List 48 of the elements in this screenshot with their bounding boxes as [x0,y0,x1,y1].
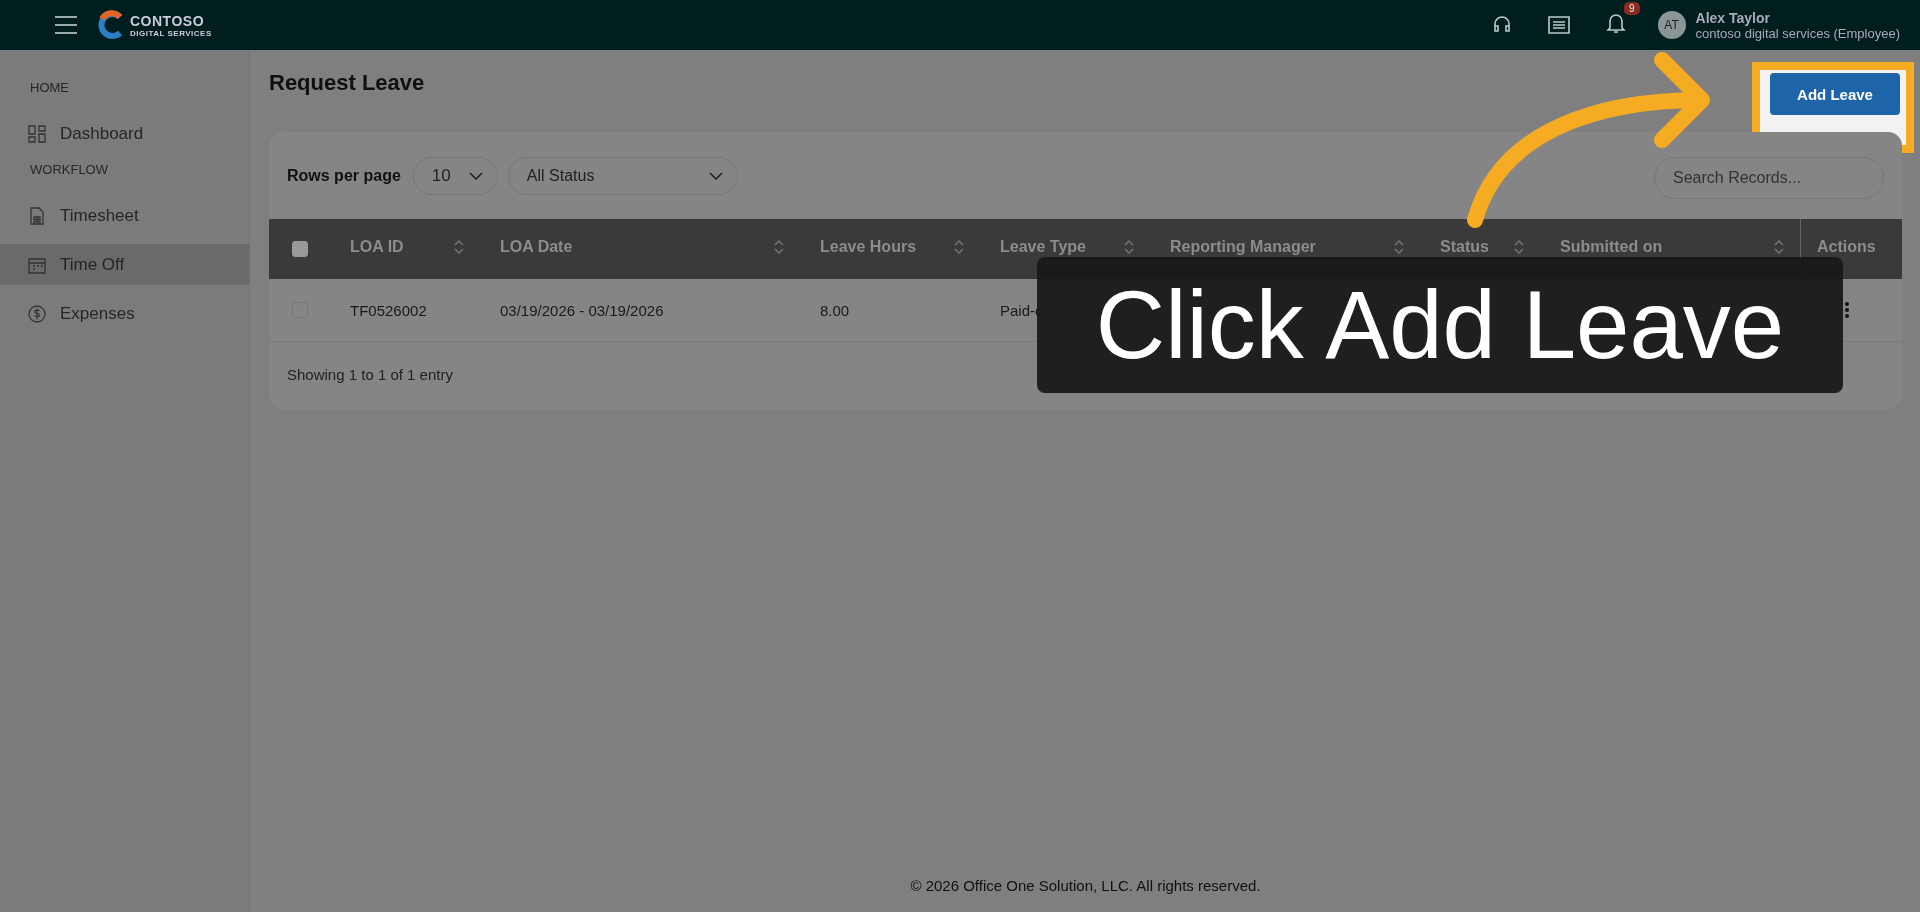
user-avatar[interactable]: AT [1657,11,1686,39]
grid-icon [28,124,46,143]
sidebar-item[interactable]: Expenses [0,293,249,334]
headset-icon[interactable] [1491,15,1512,35]
column-header: Status [1440,239,1489,255]
section-heading: HOME [29,80,70,97]
chevron-down-icon [468,171,483,180]
bell-icon[interactable] [1605,12,1626,34]
dollar-icon [28,304,46,323]
user-name: Alex Taylor [1695,9,1771,26]
calendar-icon [28,255,46,274]
sort-icon[interactable] [1514,239,1524,255]
column-header: Submitted on [1560,239,1663,255]
sort-icon[interactable] [774,239,784,255]
sort-icon[interactable] [1124,239,1134,255]
table-cell: TF0526002 [350,301,427,319]
sort-icon[interactable] [954,239,964,255]
column-header: Reporting Manager [1170,239,1316,255]
sort-icon[interactable] [1774,239,1784,255]
sort-icon[interactable] [1394,239,1404,255]
search-field[interactable]: Search Records... [1654,156,1884,199]
page-title: Request Leave [269,70,425,96]
column-header: Actions [1817,239,1876,255]
menu-icon[interactable] [54,15,78,35]
entries-summary: Showing 1 to 1 of 1 entry [286,365,454,385]
user-organization: contoso digital services (Employee) [1695,25,1900,41]
chevron-down-icon [708,171,723,180]
brand-name: CONTOSO [130,12,206,29]
brand-tagline: DIGITAL SERVICES [130,28,212,38]
column-header: Leave Type [1000,239,1086,255]
document-icon [28,206,46,225]
message-icon[interactable] [1547,16,1570,34]
table-cell: 03/19/2026 - 03/19/2026 [500,301,664,319]
sidebar-item[interactable]: Timesheet [0,195,249,236]
column-header: LOA Date [500,239,573,255]
copyright-text: © 2026 Office One Solution, LLC. All rights reserved. [909,877,1262,894]
sidebar-item[interactable]: Dashboard [0,113,249,154]
section-heading: WORKFLOW [29,162,109,179]
add-leave-button[interactable]: Add Leave [1770,73,1900,115]
sidebar-item[interactable]: Time Off [0,244,249,285]
select-all-checkbox[interactable] [291,241,308,257]
column-header: Leave Hours [820,239,917,255]
column-header: LOA ID [350,239,404,255]
rows-per-page-label: Rows per page [287,166,401,185]
notification-badge: 9 [1623,2,1640,15]
table-cell: 8.00 [820,301,850,319]
more-options-icon[interactable] [1844,301,1850,319]
sort-icon[interactable] [454,239,464,255]
